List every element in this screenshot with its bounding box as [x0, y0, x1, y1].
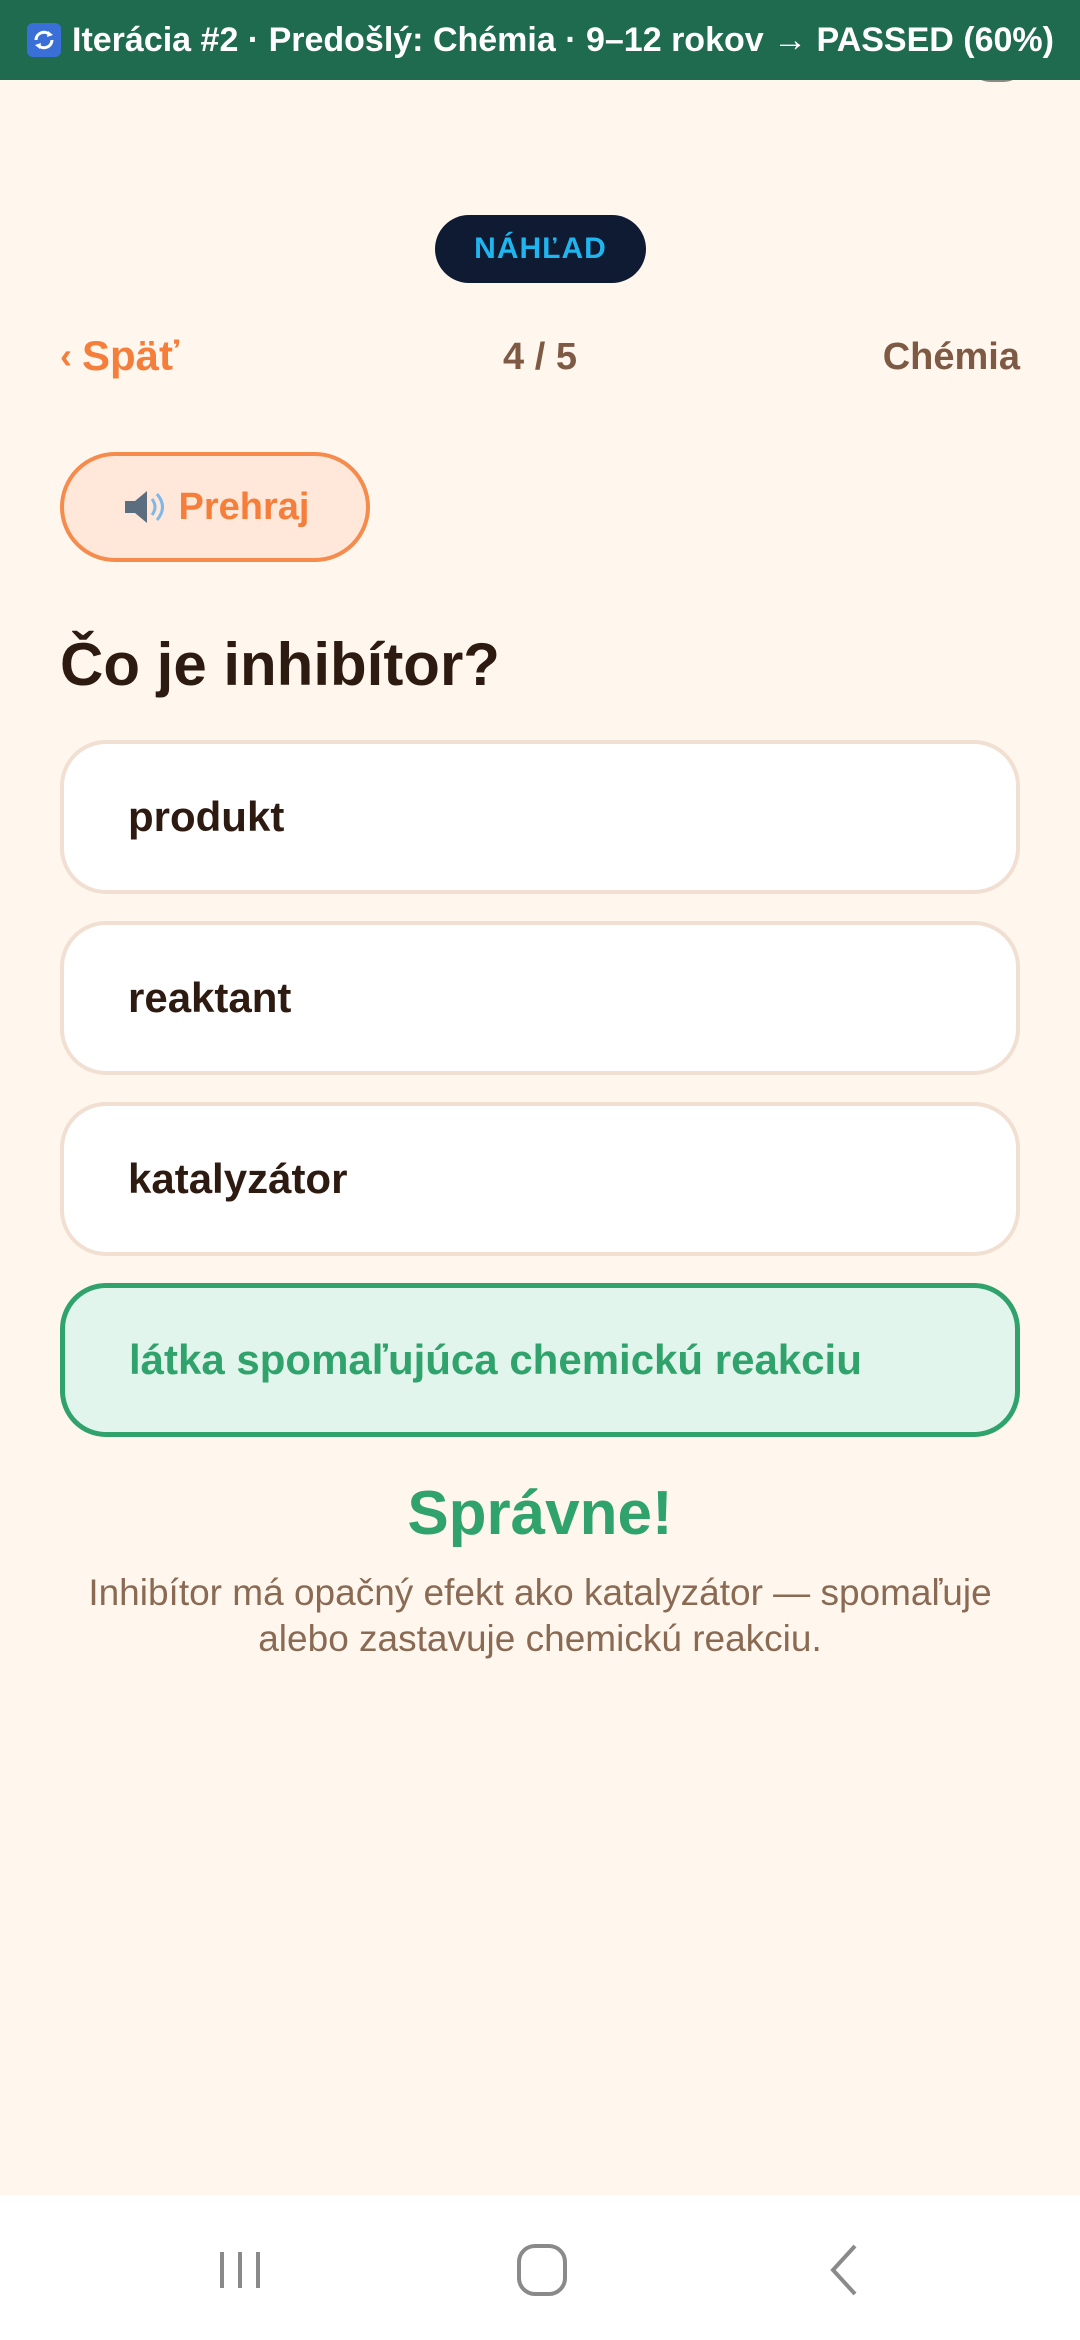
answer-option[interactable]: katalyzátor	[60, 1102, 1020, 1256]
answer-label: reaktant	[128, 974, 292, 1021]
play-label: Prehraj	[178, 485, 310, 528]
banner-text: Iterácia #2 · Predošlý: Chémia · 9–12 ro…	[72, 20, 1054, 59]
preview-badge-label: NÁHĽAD	[474, 232, 607, 265]
quiz-nav: ‹ Späť 4 / 5 Chémia	[60, 332, 1020, 392]
answer-option[interactable]: produkt	[60, 740, 1020, 894]
answer-label: látka spomaľujúca chemickú reakciu	[129, 1336, 862, 1383]
subject-label: Chémia	[882, 336, 1020, 378]
play-audio-button[interactable]: Prehraj	[60, 452, 370, 562]
recent-apps-icon[interactable]	[200, 2235, 280, 2305]
answer-option[interactable]: reaktant	[60, 921, 1020, 1075]
home-icon[interactable]	[502, 2235, 582, 2305]
result-explanation: Inhibítor má opačný efekt ako katalyzáto…	[88, 1572, 992, 1659]
result-title: Správne!	[407, 1479, 673, 1548]
speaker-icon	[124, 491, 164, 523]
preview-badge: NÁHĽAD	[435, 215, 646, 283]
answer-label: katalyzátor	[128, 1155, 348, 1202]
question-progress: 4 / 5	[503, 336, 577, 378]
quiz-screen: 4:58 75 Iterácia #2 · Predošlý: Chémia ·…	[0, 0, 1080, 2340]
answer-option-correct[interactable]: látka spomaľujúca chemickú reakciu	[60, 1283, 1020, 1437]
refresh-icon	[27, 23, 61, 57]
back-arrow-icon[interactable]	[805, 2235, 885, 2305]
question-text: Čo je inhibítor?	[60, 631, 500, 698]
iteration-banner: Iterácia #2 · Predošlý: Chémia · 9–12 ro…	[0, 0, 1080, 80]
system-navigation-bar	[0, 2195, 1080, 2340]
answer-label: produkt	[128, 793, 285, 840]
